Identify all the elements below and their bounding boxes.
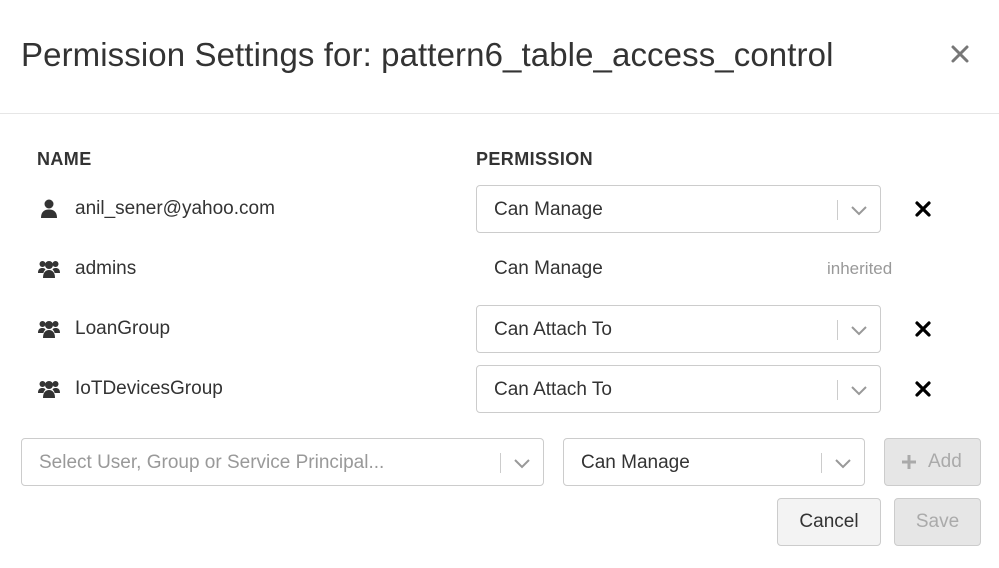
select-separator	[837, 380, 838, 400]
group-icon	[38, 321, 60, 338]
permission-row: IoTDevicesGroup Can Attach To	[0, 365, 999, 413]
permission-value: Can Manage	[494, 258, 603, 279]
permission-select-value: Can Attach To	[494, 379, 612, 400]
add-button-label: Add	[928, 451, 962, 472]
principal-select[interactable]: Select User, Group or Service Principal.…	[21, 438, 544, 486]
permission-column-header: PERMISSION	[476, 149, 594, 169]
close-icon[interactable]	[944, 38, 976, 70]
dialog-header: Permission Settings for: pattern6_table_…	[0, 0, 999, 114]
permission-select[interactable]: Can Attach To	[476, 365, 881, 413]
principal-name: admins	[75, 258, 137, 279]
remove-icon[interactable]	[914, 380, 932, 398]
permission-select[interactable]: Can Manage	[476, 185, 881, 233]
new-permission-select-value: Can Manage	[581, 452, 690, 473]
permission-row: admins Can Manage inherited	[0, 245, 999, 293]
permission-select-value: Can Attach To	[494, 319, 612, 340]
select-separator	[821, 453, 822, 473]
user-icon	[41, 199, 57, 218]
add-button[interactable]: Add	[884, 438, 981, 486]
chevron-down-icon	[851, 326, 867, 336]
principal-name: anil_sener@yahoo.com	[75, 198, 275, 219]
cancel-button[interactable]: Cancel	[777, 498, 881, 546]
remove-icon[interactable]	[914, 200, 932, 218]
permission-select-value: Can Manage	[494, 199, 603, 220]
group-icon	[38, 261, 60, 278]
chevron-down-icon	[835, 459, 851, 469]
new-permission-select[interactable]: Can Manage	[563, 438, 865, 486]
chevron-down-icon	[514, 459, 530, 469]
principal-select-placeholder: Select User, Group or Service Principal.…	[39, 452, 385, 473]
dialog-title: Permission Settings for: pattern6_table_…	[21, 36, 834, 73]
chevron-down-icon	[851, 386, 867, 396]
permission-row: LoanGroup Can Attach To	[0, 305, 999, 353]
select-separator	[837, 200, 838, 220]
select-separator	[500, 453, 501, 473]
chevron-down-icon	[851, 206, 867, 216]
select-separator	[837, 320, 838, 340]
permission-row: anil_sener@yahoo.com Can Manage	[0, 185, 999, 233]
remove-icon[interactable]	[914, 320, 932, 338]
principal-name: IoTDevicesGroup	[75, 378, 223, 399]
inherited-label: inherited	[827, 259, 893, 278]
principal-name: LoanGroup	[75, 318, 171, 339]
name-column-header: NAME	[37, 149, 92, 169]
save-button[interactable]: Save	[894, 498, 981, 546]
group-icon	[38, 381, 60, 398]
permission-select[interactable]: Can Attach To	[476, 305, 881, 353]
plus-icon	[902, 455, 916, 469]
